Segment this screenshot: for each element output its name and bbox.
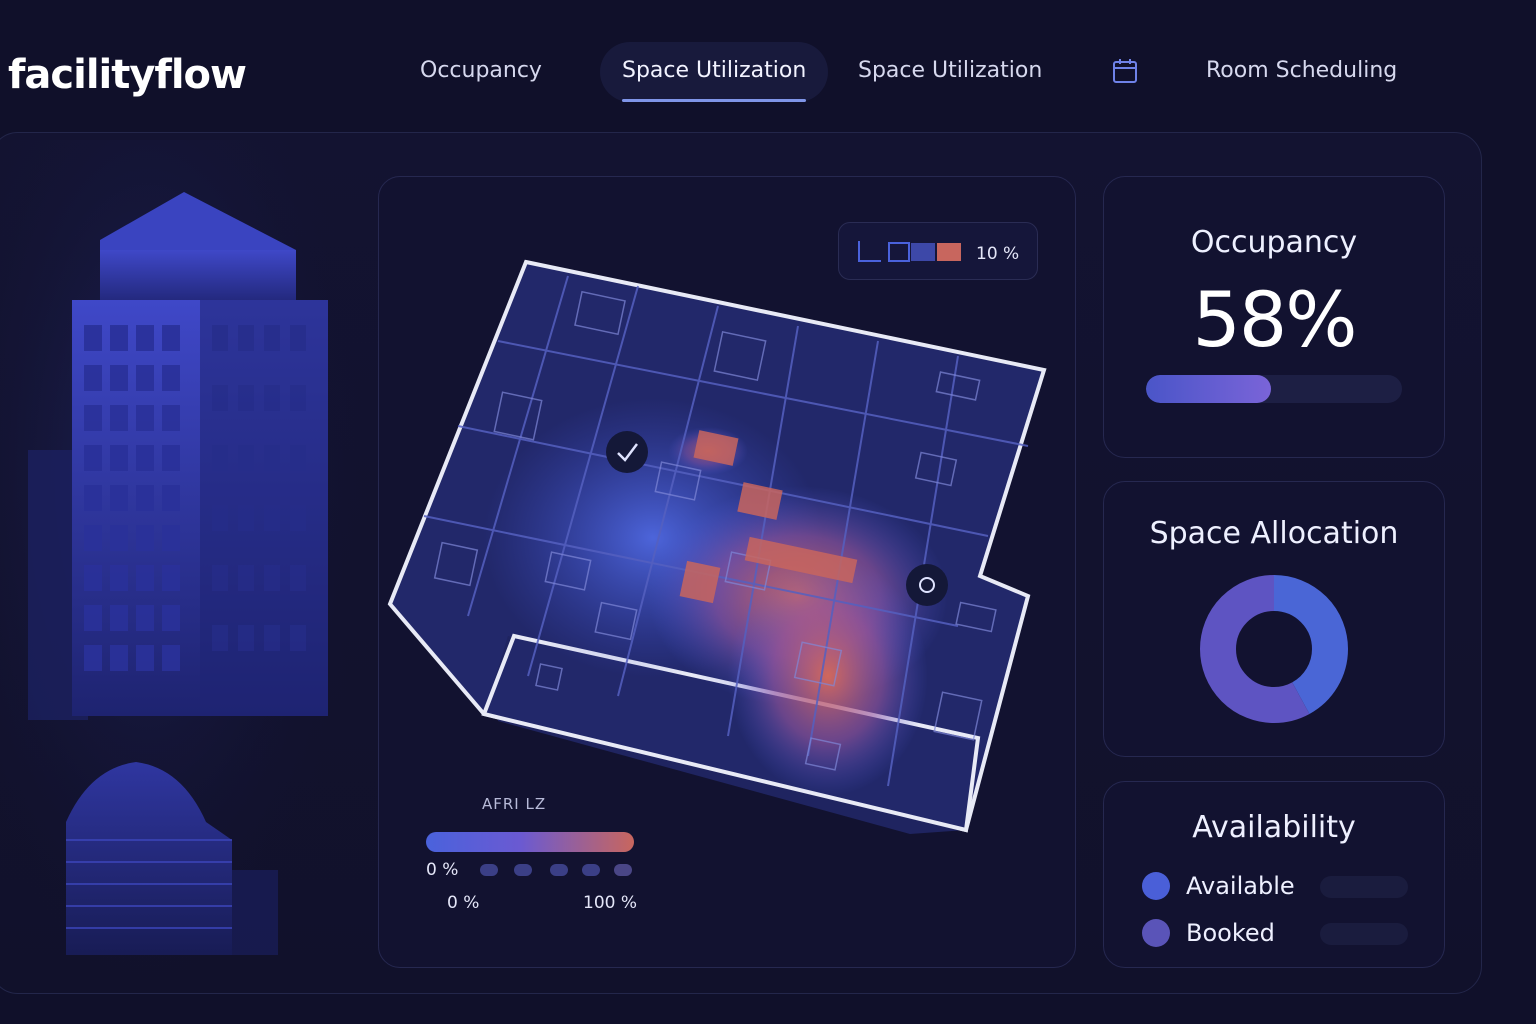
gradient-step	[582, 864, 600, 876]
occupancy-title: Occupancy	[1190, 225, 1358, 260]
gradient-steps	[480, 864, 640, 878]
booked-bar	[1320, 923, 1408, 945]
heat-gradient-bar	[426, 832, 634, 852]
gradient-step	[514, 864, 532, 876]
active-tab-underline	[622, 99, 807, 102]
axis-max-label: 100 %	[583, 893, 638, 913]
available-bar	[1320, 876, 1408, 898]
legend-swatches	[858, 241, 961, 262]
nav-tab-occupancy[interactable]: Occupancy	[420, 42, 542, 102]
space-allocation-title: Space Allocation	[1149, 516, 1399, 551]
axis-min-label: 0 %	[447, 893, 480, 913]
availability-row-booked[interactable]: Booked	[1142, 917, 1412, 947]
booked-label: Booked	[1186, 919, 1275, 947]
gradient-title: AFRI LZ	[482, 795, 547, 813]
circle-marker-icon[interactable]	[906, 564, 948, 606]
space-allocation-card[interactable]: Space Allocation	[1103, 481, 1445, 757]
availability-row-available[interactable]: Available	[1142, 870, 1412, 900]
occupancy-progress-fill	[1146, 375, 1272, 403]
gradient-step	[550, 864, 568, 876]
available-status-dot	[1142, 872, 1170, 900]
nav-tab-space-utilization-active[interactable]: Space Utilization	[600, 42, 829, 102]
occupancy-value: 58%	[1192, 275, 1358, 364]
allocation-donut-chart[interactable]	[1200, 575, 1348, 723]
building-illustration	[0, 140, 370, 980]
calendar-icon[interactable]	[1112, 58, 1138, 84]
gradient-min-label: 0 %	[426, 860, 459, 880]
gradient-step	[614, 864, 632, 876]
top-nav: Occupancy Space Utilization Space Utiliz…	[0, 42, 1536, 102]
availability-card[interactable]: Availability Available Booked	[1103, 781, 1445, 968]
nav-tab-space-utilization[interactable]: Space Utilization	[858, 42, 1042, 102]
occupancy-card[interactable]: Occupancy 58%	[1103, 176, 1445, 458]
availability-title: Availability	[1192, 810, 1356, 845]
gradient-step	[480, 864, 498, 876]
booked-status-dot	[1142, 919, 1170, 947]
legend-value: 10 %	[976, 244, 1020, 264]
occupancy-progress-track	[1146, 375, 1402, 403]
nav-tab-room-scheduling[interactable]: Room Scheduling	[1206, 42, 1397, 102]
available-label: Available	[1186, 872, 1295, 900]
check-marker-icon[interactable]	[606, 431, 648, 473]
nav-tab-label: Space Utilization	[622, 58, 807, 83]
